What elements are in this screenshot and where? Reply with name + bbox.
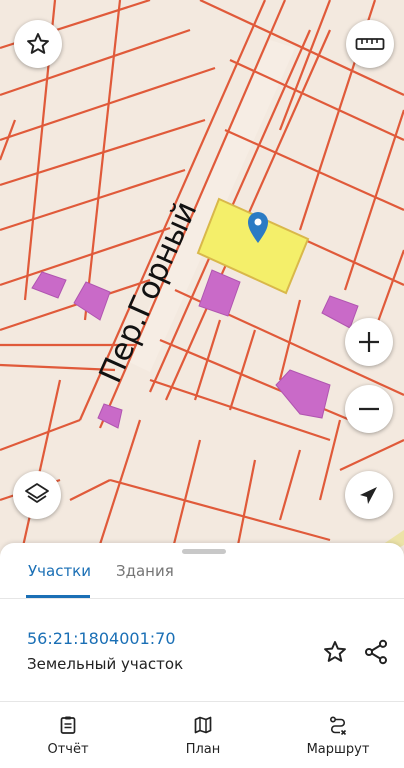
my-location-button[interactable] [345,471,393,519]
zoom-in-button[interactable] [345,318,393,366]
nav-plan-label: План [185,742,221,757]
route-icon [329,716,347,735]
plus-icon [359,332,379,352]
star-icon [27,33,49,54]
bottom-nav: Отчёт План Маршрут [0,711,404,768]
divider [0,701,404,702]
layers-icon [25,483,49,503]
tab-buildings[interactable]: Здания [116,555,174,598]
drag-handle[interactable] [182,549,226,554]
navigation-arrow-icon [360,487,377,504]
nav-report[interactable]: Отчёт [13,711,123,768]
cadastral-number[interactable]: 56:21:1804001:70 [27,629,176,648]
share-icon[interactable] [362,638,390,666]
ruler-button[interactable] [346,20,394,68]
nav-route[interactable]: Маршрут [283,711,393,768]
star-icon[interactable] [322,639,348,665]
favorite-button[interactable] [14,20,62,68]
nav-plan[interactable]: План [148,711,258,768]
map-plan-icon [194,716,212,734]
parcel-info-sheet: Участки Здания 56:21:1804001:70 Земельны… [0,543,404,768]
minus-icon [359,407,379,411]
report-icon [60,716,76,734]
sheet-tabs: Участки Здания [0,555,404,599]
active-tab-indicator [26,595,90,598]
nav-report-label: Отчёт [47,742,89,757]
zoom-out-button[interactable] [345,385,393,433]
ruler-icon [355,38,385,50]
map-canvas[interactable]: Пер.Горный [0,0,404,560]
tab-parcels[interactable]: Участки [28,555,91,598]
parcel-type: Земельный участок [27,655,184,673]
layers-button[interactable] [13,471,61,519]
nav-route-label: Маршрут [306,742,370,757]
